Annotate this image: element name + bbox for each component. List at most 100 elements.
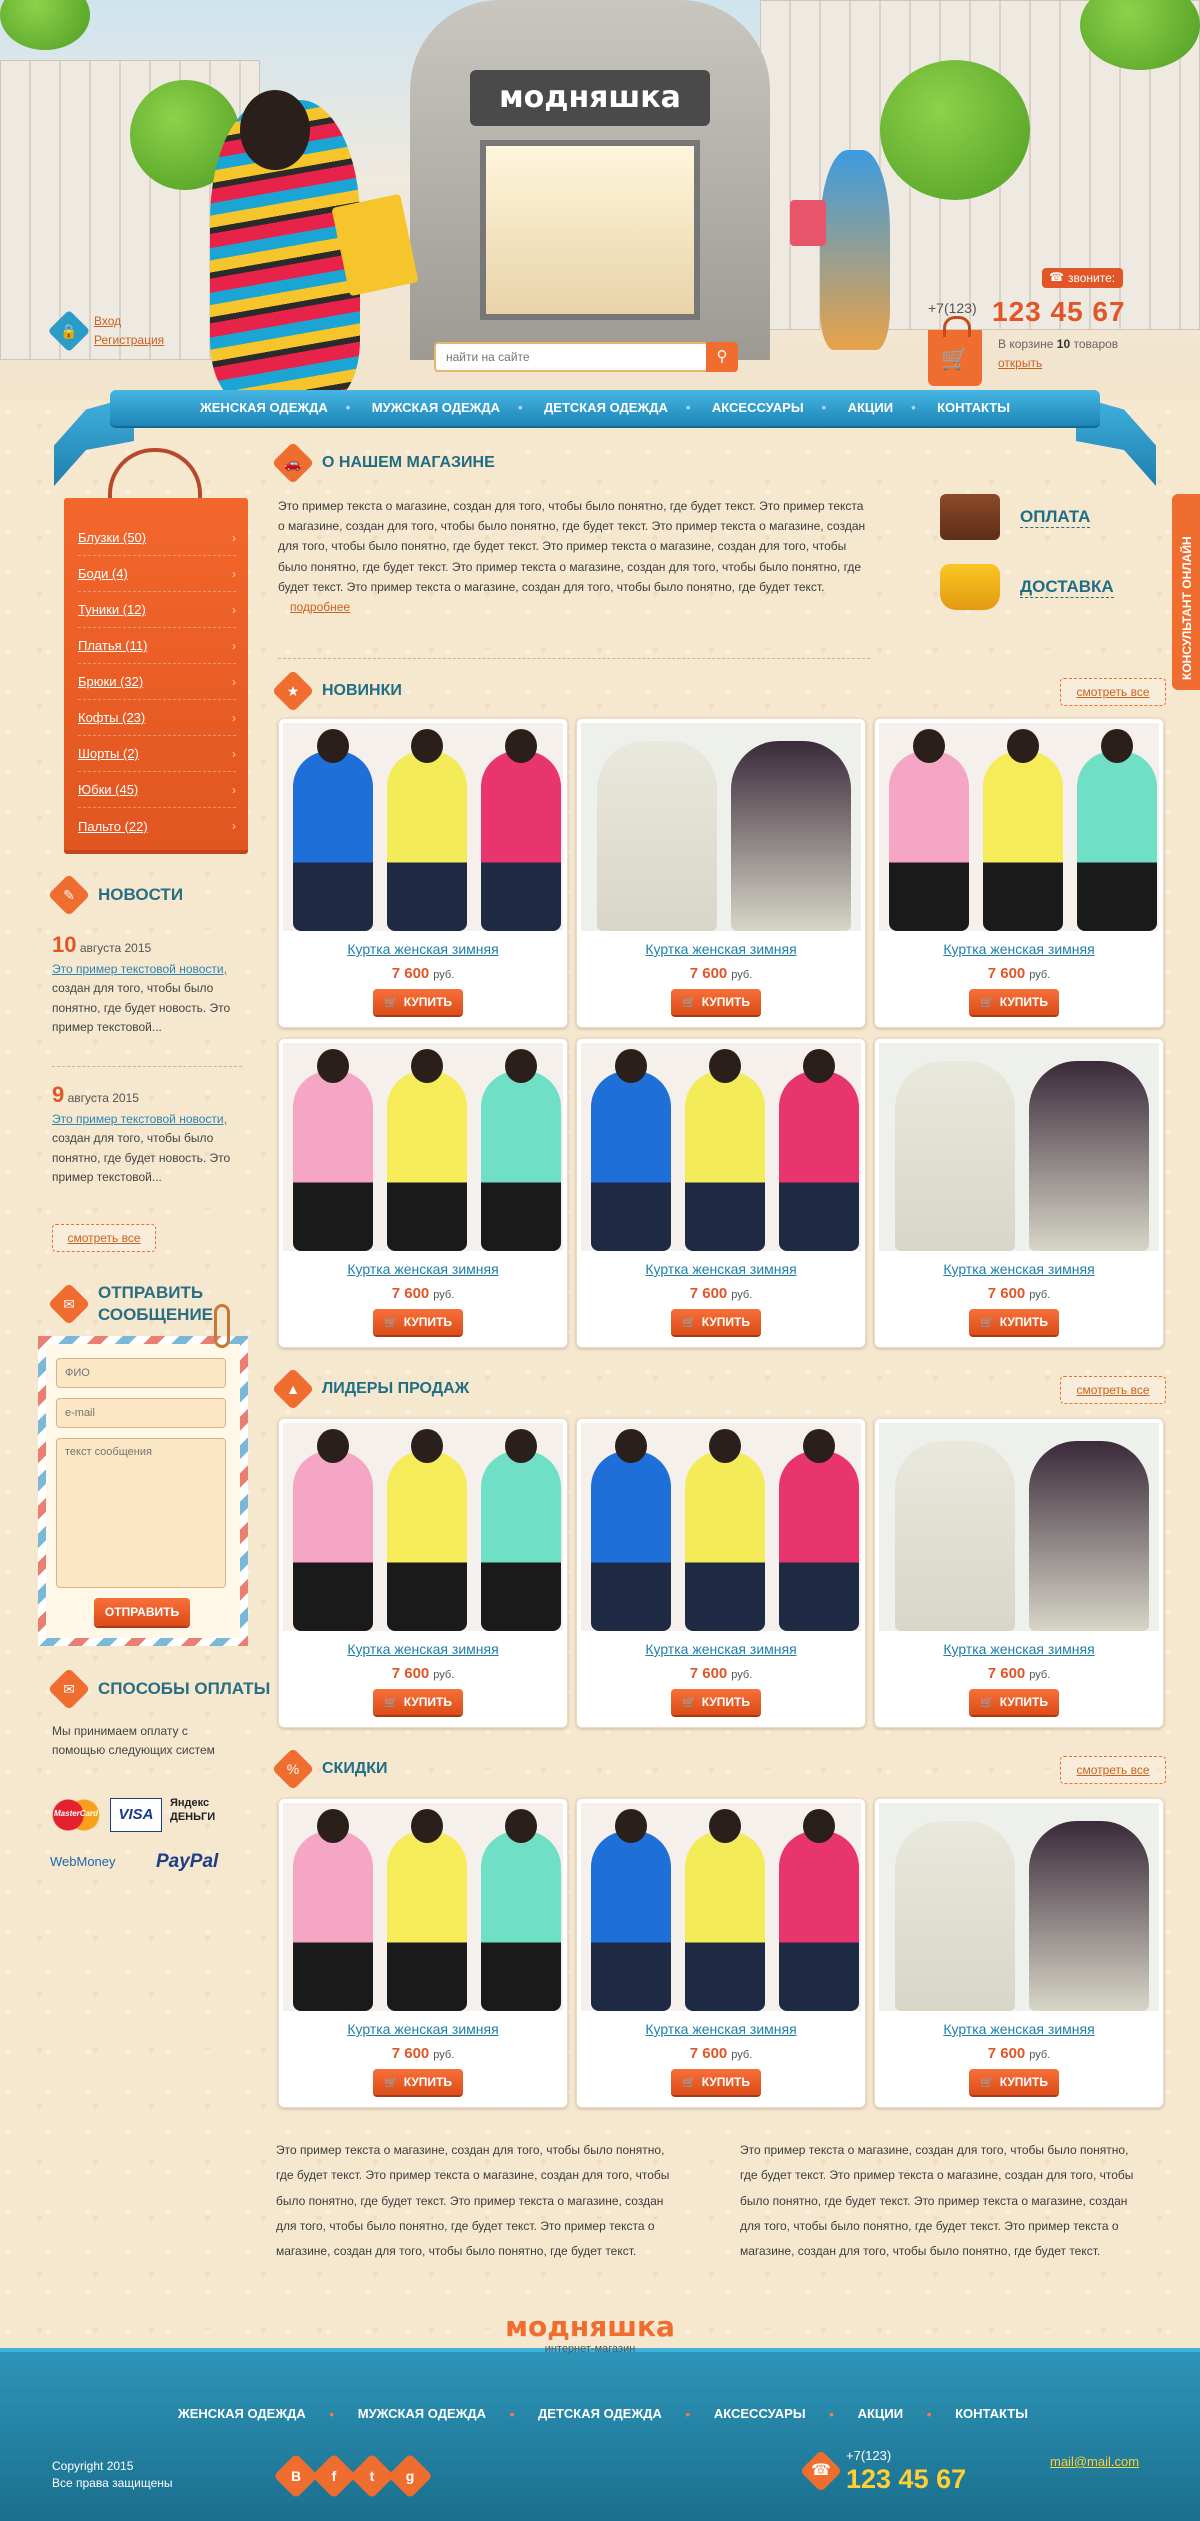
consultant-online-tab[interactable]: КОНСУЛЬТАНТ ОНЛАЙН — [1172, 494, 1200, 690]
product-name-link[interactable]: Куртка женская зимняя — [577, 1261, 865, 1277]
product-name-link[interactable]: Куртка женская зимняя — [279, 941, 567, 957]
product-image[interactable] — [581, 1043, 861, 1251]
footer-logo[interactable]: модняшка интернет-магазин — [500, 2310, 680, 2355]
search-input[interactable] — [436, 344, 696, 370]
leaders-see-all-button[interactable]: смотреть все — [1060, 1376, 1166, 1404]
product-image[interactable] — [283, 1423, 563, 1631]
category-item[interactable]: Пальто (22) › — [78, 808, 236, 844]
vk-icon[interactable]: В — [273, 2453, 319, 2499]
product-name-link[interactable]: Куртка женская зимняя — [279, 2021, 567, 2037]
google-plus-icon[interactable]: g — [387, 2453, 433, 2499]
product-name-link[interactable]: Куртка женская зимняя — [279, 1641, 567, 1657]
news-see-all-button[interactable]: смотреть все — [52, 1224, 156, 1252]
facebook-icon[interactable]: f — [311, 2453, 357, 2499]
news-link[interactable]: Это пример текстовой новости, — [52, 1110, 252, 1129]
product-card[interactable]: Куртка женская зимняя 7 600руб. КУПИТЬ — [576, 718, 866, 1028]
discounts-see-all-button[interactable]: смотреть все — [1060, 1756, 1166, 1784]
product-card[interactable]: Куртка женская зимняя 7 600руб. КУПИТЬ — [874, 1798, 1164, 2108]
footer-email-link[interactable]: mail@mail.com — [1050, 2454, 1139, 2469]
product-image[interactable] — [879, 1043, 1159, 1251]
nav-item-contacts[interactable]: КОНТАКТЫ — [911, 390, 1032, 426]
product-card[interactable]: Куртка женская зимняя 7 600руб. КУПИТЬ — [278, 1798, 568, 2108]
product-card[interactable]: Куртка женская зимняя 7 600руб. КУПИТЬ — [278, 1418, 568, 1728]
payment-info-link[interactable]: ОПЛАТА — [1020, 507, 1091, 528]
twitter-icon[interactable]: t — [349, 2453, 395, 2499]
buy-button[interactable]: КУПИТЬ — [671, 1309, 761, 1335]
category-item[interactable]: Брюки (32) › — [78, 664, 236, 700]
buy-button[interactable]: КУПИТЬ — [373, 989, 463, 1015]
product-card[interactable]: Куртка женская зимняя 7 600руб. КУПИТЬ — [576, 1418, 866, 1728]
about-more-link[interactable]: подробнее — [290, 600, 350, 614]
footer-nav-kids[interactable]: ДЕТСКАЯ ОДЕЖДА — [538, 2406, 662, 2422]
nav-item-accessories[interactable]: АКСЕССУАРЫ — [686, 390, 826, 426]
footer-nav-sales[interactable]: АКЦИИ — [858, 2406, 904, 2422]
product-name-link[interactable]: Куртка женская зимняя — [875, 1641, 1163, 1657]
product-image[interactable] — [283, 1043, 563, 1251]
category-link[interactable]: Шорты (2) — [78, 746, 139, 761]
footer-nav-accessories[interactable]: АКСЕССУАРЫ — [714, 2406, 806, 2422]
product-card[interactable]: Куртка женская зимняя 7 600руб. КУПИТЬ — [874, 1418, 1164, 1728]
category-item[interactable]: Кофты (23) › — [78, 700, 236, 736]
buy-button[interactable]: КУПИТЬ — [373, 1689, 463, 1715]
buy-button[interactable]: КУПИТЬ — [969, 2069, 1059, 2095]
category-link[interactable]: Брюки (32) — [78, 674, 143, 689]
buy-button[interactable]: КУПИТЬ — [671, 2069, 761, 2095]
product-image[interactable] — [581, 723, 861, 931]
product-name-link[interactable]: Куртка женская зимняя — [875, 2021, 1163, 2037]
cart-icon[interactable]: 🛒 — [928, 316, 982, 386]
category-link[interactable]: Туники (12) — [78, 602, 146, 617]
category-link[interactable]: Пальто (22) — [78, 819, 148, 834]
buy-button[interactable]: КУПИТЬ — [671, 1689, 761, 1715]
footer-nav-men[interactable]: МУЖСКАЯ ОДЕЖДА — [358, 2406, 486, 2422]
category-item[interactable]: Блузки (50) › — [78, 520, 236, 556]
footer-nav-women[interactable]: ЖЕНСКАЯ ОДЕЖДА — [178, 2406, 306, 2422]
send-message-button[interactable]: ОТПРАВИТЬ — [94, 1598, 190, 1626]
category-item[interactable]: Туники (12) › — [78, 592, 236, 628]
cart-open-link[interactable]: открыть — [998, 356, 1042, 370]
nav-item-women[interactable]: ЖЕНСКАЯ ОДЕЖДА — [178, 390, 350, 426]
category-item[interactable]: Шорты (2) › — [78, 736, 236, 772]
product-card[interactable]: Куртка женская зимняя 7 600руб. КУПИТЬ — [576, 1798, 866, 2108]
category-item[interactable]: Юбки (45) › — [78, 772, 236, 808]
search-button[interactable]: ⚲ — [706, 342, 738, 372]
category-link[interactable]: Кофты (23) — [78, 710, 145, 725]
buy-button[interactable]: КУПИТЬ — [671, 989, 761, 1015]
buy-button[interactable]: КУПИТЬ — [969, 989, 1059, 1015]
product-name-link[interactable]: Куртка женская зимняя — [875, 1261, 1163, 1277]
category-link[interactable]: Юбки (45) — [78, 782, 138, 797]
product-name-link[interactable]: Куртка женская зимняя — [875, 941, 1163, 957]
delivery-info-link[interactable]: ДОСТАВКА — [1020, 577, 1114, 598]
news-link[interactable]: Это пример текстовой новости, — [52, 960, 252, 979]
product-card[interactable]: Куртка женская зимняя 7 600руб. КУПИТЬ — [576, 1038, 866, 1348]
buy-button[interactable]: КУПИТЬ — [373, 1309, 463, 1335]
product-card[interactable]: Куртка женская зимняя 7 600руб. КУПИТЬ — [874, 718, 1164, 1028]
product-image[interactable] — [879, 1423, 1159, 1631]
new-see-all-button[interactable]: смотреть все — [1060, 678, 1166, 706]
product-name-link[interactable]: Куртка женская зимняя — [577, 1641, 865, 1657]
product-card[interactable]: Куртка женская зимняя 7 600руб. КУПИТЬ — [874, 1038, 1164, 1348]
email-field[interactable] — [56, 1398, 226, 1428]
footer-phone-number[interactable]: 123 45 67 — [846, 2464, 966, 2495]
message-field[interactable] — [56, 1438, 226, 1588]
nav-item-men[interactable]: МУЖСКАЯ ОДЕЖДА — [346, 390, 522, 426]
nav-item-sales[interactable]: АКЦИИ — [822, 390, 916, 426]
product-card[interactable]: Куртка женская зимняя 7 600руб. КУПИТЬ — [278, 1038, 568, 1348]
buy-button[interactable]: КУПИТЬ — [373, 2069, 463, 2095]
category-item[interactable]: Платья (11) › — [78, 628, 236, 664]
product-image[interactable] — [283, 1803, 563, 2011]
category-link[interactable]: Платья (11) — [78, 638, 147, 653]
product-image[interactable] — [283, 723, 563, 931]
product-image[interactable] — [879, 723, 1159, 931]
category-link[interactable]: Блузки (50) — [78, 530, 146, 545]
product-name-link[interactable]: Куртка женская зимняя — [279, 1261, 567, 1277]
register-link[interactable]: Регистрация — [94, 331, 164, 350]
buy-button[interactable]: КУПИТЬ — [969, 1309, 1059, 1335]
phone-number[interactable]: 123 45 67 — [992, 296, 1126, 328]
nav-item-kids[interactable]: ДЕТСКАЯ ОДЕЖДА — [518, 390, 690, 426]
product-card[interactable]: Куртка женская зимняя 7 600руб. КУПИТЬ — [278, 718, 568, 1028]
product-name-link[interactable]: Куртка женская зимняя — [577, 2021, 865, 2037]
login-link[interactable]: Вход — [94, 312, 164, 331]
footer-nav-contacts[interactable]: КОНТАКТЫ — [955, 2406, 1028, 2422]
product-name-link[interactable]: Куртка женская зимняя — [577, 941, 865, 957]
product-image[interactable] — [879, 1803, 1159, 2011]
